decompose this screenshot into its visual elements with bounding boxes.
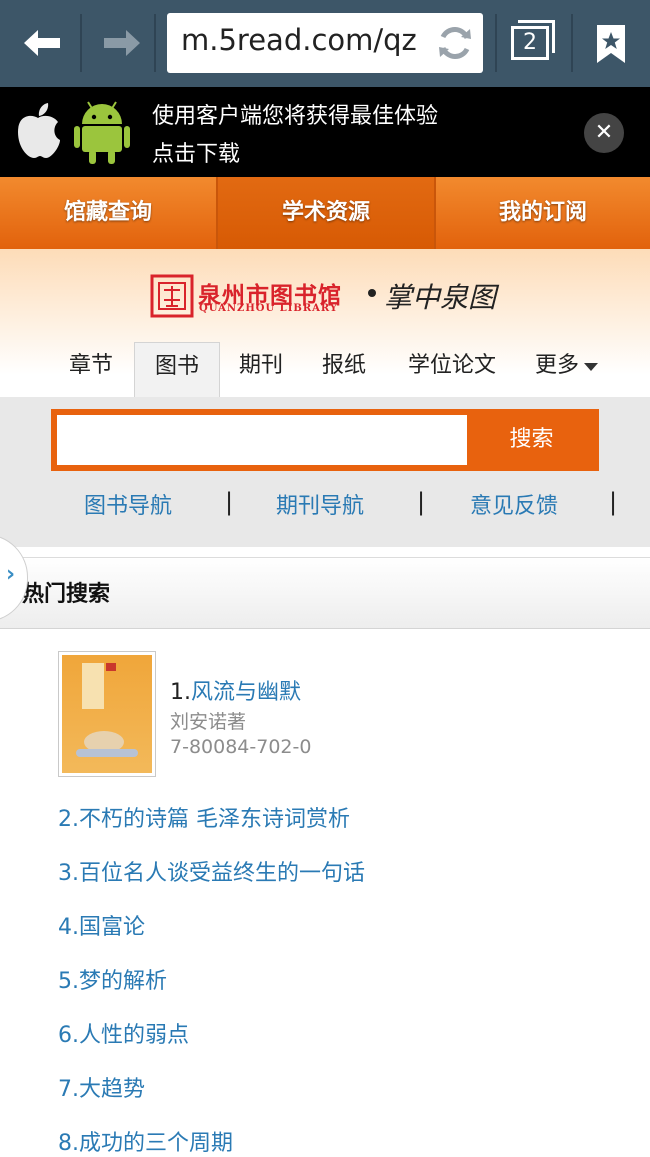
- tab-my-subscriptions[interactable]: 我的订阅: [436, 177, 650, 249]
- chevron-down-icon[interactable]: [584, 363, 598, 371]
- logo-dot: [368, 289, 376, 297]
- banner-line-1: 使用客户端您将获得最佳体验: [152, 104, 439, 129]
- hot-search-item[interactable]: 2.不朽的诗篇 毛泽东诗词赏析: [58, 801, 350, 833]
- search-input[interactable]: [57, 415, 467, 465]
- banner-line-2[interactable]: 点击下载: [152, 136, 240, 168]
- book-1-isbn: 7-80084-702-0: [170, 736, 312, 758]
- cover-art: [62, 655, 152, 773]
- book-cover-image[interactable]: [58, 651, 156, 777]
- link-journal-navigation[interactable]: 期刊导航: [276, 488, 364, 520]
- library-name-en: QUANZHOU LIBRARY: [199, 303, 339, 314]
- hot-search-item[interactable]: 6.人性的弱点: [58, 1017, 189, 1049]
- hot-search-item[interactable]: 8.成功的三个周期: [58, 1125, 233, 1157]
- search-button[interactable]: 搜索: [470, 415, 593, 465]
- hot-search-item[interactable]: 4.国富论: [58, 909, 145, 941]
- link-separator: |: [417, 488, 426, 516]
- main-nav: 馆藏查询 学术资源 我的订阅: [0, 177, 650, 249]
- toolbar-divider: [495, 14, 497, 72]
- tab-collection-search[interactable]: 馆藏查询: [0, 177, 216, 249]
- book-1-title[interactable]: 1.风流与幽默: [170, 674, 301, 706]
- category-chapters[interactable]: 章节: [60, 342, 122, 396]
- category-journals[interactable]: 期刊: [230, 342, 292, 396]
- forward-button[interactable]: [94, 14, 150, 72]
- hot-search-item[interactable]: 7.大趋势: [58, 1071, 145, 1103]
- hot-search-item[interactable]: 3.百位名人谈受益终生的一句话: [58, 855, 365, 887]
- link-feedback[interactable]: 意见反馈: [470, 488, 558, 520]
- link-book-navigation[interactable]: 图书导航: [84, 488, 172, 520]
- library-slogan: 掌中泉图: [384, 281, 497, 314]
- apple-icon[interactable]: [14, 102, 62, 164]
- back-button[interactable]: [14, 14, 70, 72]
- category-newspapers[interactable]: 报纸: [313, 342, 375, 396]
- tabs-button[interactable]: 2: [511, 20, 555, 60]
- url-text: m.5read.com/qz: [181, 23, 417, 57]
- book-1-author: 刘安诺著: [170, 711, 247, 733]
- forward-arrow-icon: [104, 30, 140, 56]
- tab-academic-resources[interactable]: 学术资源: [218, 177, 434, 249]
- hot-search-item[interactable]: 5.梦的解析: [58, 963, 167, 995]
- android-icon[interactable]: [74, 98, 130, 168]
- back-arrow-icon: [24, 30, 60, 56]
- toolbar-divider: [154, 14, 156, 72]
- address-bar[interactable]: m.5read.com/qz: [167, 13, 483, 73]
- reload-icon[interactable]: [435, 23, 475, 67]
- bookmark-icon[interactable]: [595, 23, 627, 69]
- toolbar-divider: [571, 14, 573, 72]
- link-separator: |: [225, 488, 234, 516]
- close-banner-icon[interactable]: ✕: [584, 113, 624, 153]
- chevron-right-icon[interactable]: ›: [6, 562, 15, 587]
- category-theses[interactable]: 学位论文: [400, 342, 504, 396]
- category-more[interactable]: 更多: [532, 342, 582, 396]
- link-separator: |: [609, 488, 618, 516]
- toolbar-divider: [80, 14, 82, 72]
- category-books[interactable]: 图书: [134, 342, 220, 397]
- hot-search-title: 热门搜索: [22, 582, 111, 607]
